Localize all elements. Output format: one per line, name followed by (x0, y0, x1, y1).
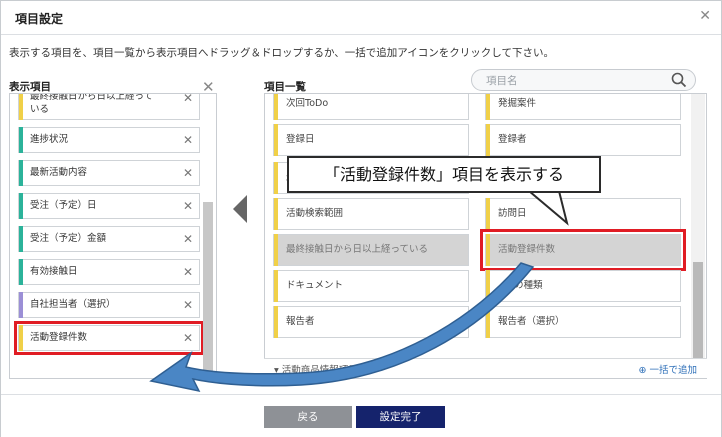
callout-tail (526, 190, 569, 226)
annotation-callout: 「活動登録件数」項目を表示する (287, 156, 601, 193)
item-settings-dialog: 項目設定 ✕ 表示する項目を、項目一覧から表示項目へドラッグ＆ドロップするか、一… (0, 0, 722, 437)
annotation-overlay (149, 190, 569, 393)
annotation-arrow (149, 262, 535, 393)
